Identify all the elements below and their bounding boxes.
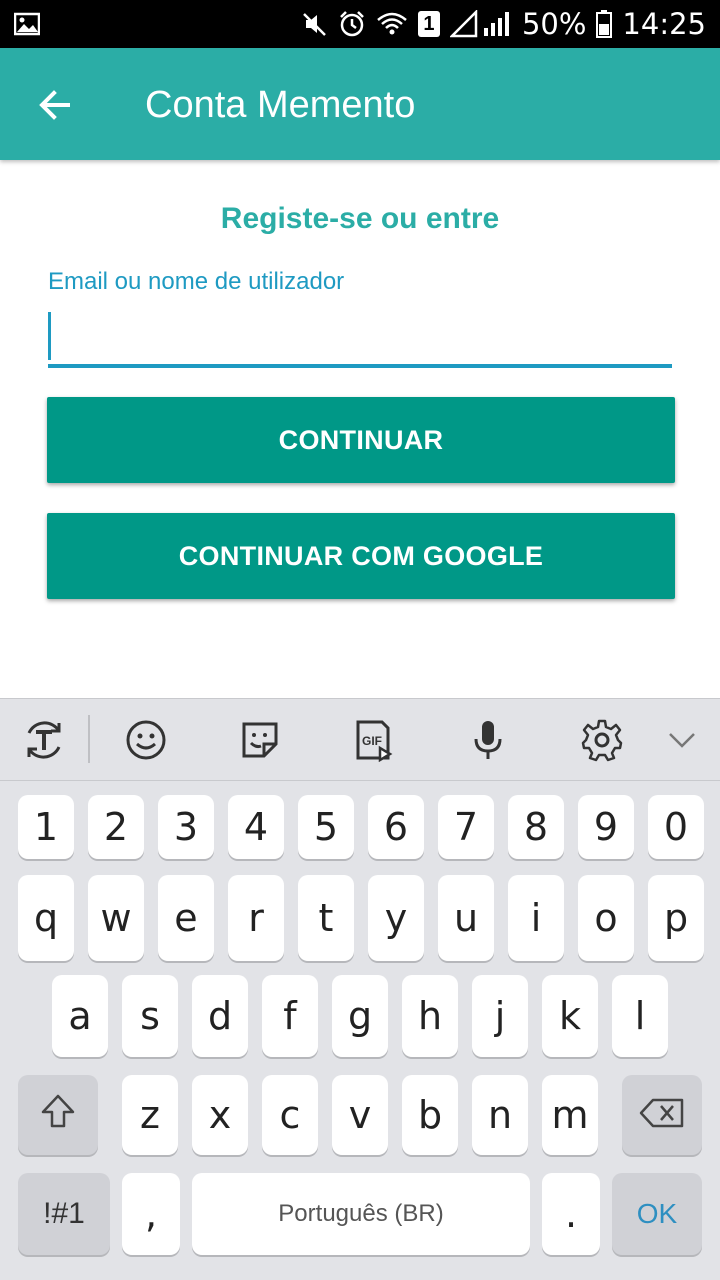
key-o[interactable]: o [578,875,634,961]
key-q[interactable]: q [18,875,74,961]
continue-button[interactable]: CONTINUAR [47,397,675,483]
key-x[interactable]: x [192,1075,248,1155]
clock: 14:25 [622,7,706,41]
settings-icon[interactable] [578,716,626,764]
space-key[interactable]: Português (BR) [192,1173,530,1255]
key-j[interactable]: j [472,975,528,1057]
key-e[interactable]: e [158,875,214,961]
image-icon [13,12,41,41]
key-4[interactable]: 4 [228,795,284,859]
symbols-key[interactable]: !#1 [18,1173,110,1255]
key-l[interactable]: l [612,975,668,1057]
app-bar: Conta Memento [0,48,720,160]
gif-icon[interactable]: GIF [350,716,398,764]
key-c[interactable]: c [262,1075,318,1155]
key-6[interactable]: 6 [368,795,424,859]
email-field[interactable] [48,310,672,368]
key-0[interactable]: 0 [648,795,704,859]
backspace-icon [639,1093,685,1137]
key-1[interactable]: 1 [18,795,74,859]
key-r[interactable]: r [228,875,284,961]
key-n[interactable]: n [472,1075,528,1155]
emoji-icon[interactable] [122,716,170,764]
key-g[interactable]: g [332,975,388,1057]
key-3[interactable]: 3 [158,795,214,859]
mute-icon [302,11,328,37]
key-i[interactable]: i [508,875,564,961]
toolbar-divider [88,715,90,763]
key-m[interactable]: m [542,1075,598,1155]
wifi-icon [376,11,408,37]
sim-badge: 1 [423,12,435,35]
key-a[interactable]: a [52,975,108,1057]
comma-key[interactable]: , [122,1173,180,1255]
battery-icon [596,10,613,38]
page-title: Conta Memento [145,84,416,126]
text-cursor [48,312,51,360]
chevron-down-icon[interactable] [658,716,706,764]
sticker-icon[interactable] [236,716,284,764]
period-key[interactable]: . [542,1173,600,1255]
continue-with-google-button[interactable]: CONTINUAR COM GOOGLE [47,513,675,599]
status-bar: 1 50% 14:25 [0,0,720,48]
back-button[interactable] [30,82,78,130]
ok-key[interactable]: OK [612,1173,702,1255]
text-mode-icon[interactable] [20,716,68,764]
key-w[interactable]: w [88,875,144,961]
sim-icon: 1 [417,11,440,37]
key-t[interactable]: t [298,875,354,961]
key-p[interactable]: p [648,875,704,961]
key-u[interactable]: u [438,875,494,961]
key-s[interactable]: s [122,975,178,1057]
arrow-left-icon [30,90,78,134]
key-d[interactable]: d [192,975,248,1057]
keyboard-toolbar: GIF [0,699,720,781]
key-y[interactable]: y [368,875,424,961]
signal-icon [449,10,512,38]
form-heading: Registe-se ou entre [220,202,500,235]
key-v[interactable]: v [332,1075,388,1155]
alarm-icon [338,10,366,38]
shift-icon [40,1093,76,1138]
battery-percent: 50% [521,7,587,41]
shift-key[interactable] [18,1075,98,1155]
key-h[interactable]: h [402,975,458,1057]
key-8[interactable]: 8 [508,795,564,859]
keyboard: GIF 1234567890 qwertyuiop asdfghjkl zxcv… [0,698,720,1280]
key-z[interactable]: z [122,1075,178,1155]
backspace-key[interactable] [622,1075,702,1155]
gif-label: GIF [362,734,382,748]
key-7[interactable]: 7 [438,795,494,859]
key-k[interactable]: k [542,975,598,1057]
key-9[interactable]: 9 [578,795,634,859]
key-2[interactable]: 2 [88,795,144,859]
key-f[interactable]: f [262,975,318,1057]
email-field-label: Email ou nome de utilizador [48,268,345,295]
key-5[interactable]: 5 [298,795,354,859]
key-b[interactable]: b [402,1075,458,1155]
microphone-icon[interactable] [464,716,512,764]
